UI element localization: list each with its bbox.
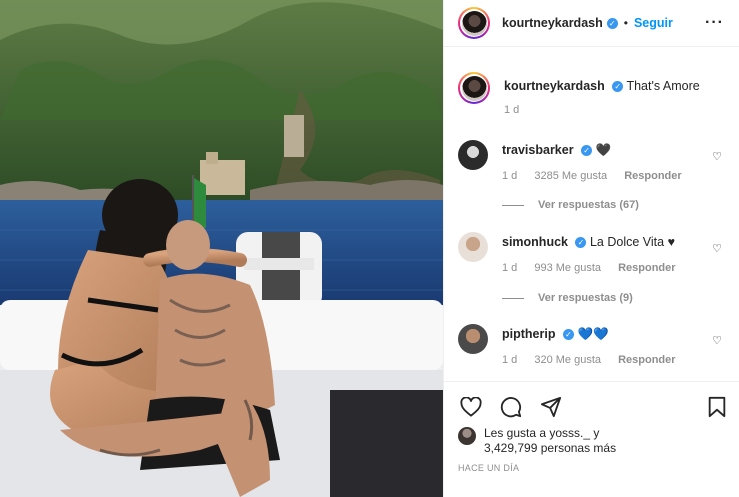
verified-badge-icon: ✓ xyxy=(581,145,593,156)
view-replies-button[interactable]: Ver respuestas (67) xyxy=(502,199,639,211)
reply-button[interactable]: Responder xyxy=(624,170,681,182)
separator-dot: • xyxy=(623,16,628,30)
commenter-avatar[interactable] xyxy=(458,140,488,170)
like-comment-heart-icon[interactable]: ♡ xyxy=(712,242,722,255)
caption-username[interactable]: kourtneykardash xyxy=(504,79,605,93)
caption-text: That's Amore xyxy=(626,79,700,93)
comment-time[interactable]: 1 d xyxy=(502,262,517,274)
comment-likes[interactable]: 3285 Me gusta xyxy=(534,170,607,182)
comment-time[interactable]: 1 d xyxy=(502,354,517,366)
commenter-avatar[interactable] xyxy=(458,324,488,354)
comment-username[interactable]: piptherip xyxy=(502,327,555,341)
replies-divider-line xyxy=(502,204,524,206)
comment-item: travisbarker ✓ 🖤 1 d 3285 Me gusta Respo… xyxy=(458,140,726,182)
view-replies-label[interactable]: Ver respuestas (67) xyxy=(538,199,639,211)
comment-likes[interactable]: 320 Me gusta xyxy=(534,354,601,366)
comment-likes[interactable]: 993 Me gusta xyxy=(534,262,601,274)
reply-button[interactable]: Responder xyxy=(618,354,675,366)
verified-badge-icon: ✓ xyxy=(562,329,574,340)
view-replies-label[interactable]: Ver respuestas (9) xyxy=(538,292,633,304)
comment-text: La Dolce Vita ♥ xyxy=(589,235,675,249)
reply-button[interactable]: Responder xyxy=(618,262,675,274)
comment-text: 💙💙 xyxy=(577,327,609,341)
bookmark-icon[interactable] xyxy=(704,394,730,420)
post-header: kourtneykardash ✓ • Seguir ··· xyxy=(444,0,739,47)
comment-username[interactable]: travisbarker xyxy=(502,143,574,157)
post-timestamp[interactable]: HACE UN DÍA xyxy=(458,463,519,473)
caption-time[interactable]: 1 d xyxy=(504,104,519,116)
likes-line-2: 3,429,799 personas más xyxy=(484,441,617,455)
author-avatar[interactable] xyxy=(458,7,490,39)
commenter-avatar[interactable] xyxy=(458,232,488,262)
view-replies-button[interactable]: Ver respuestas (9) xyxy=(502,292,633,304)
post-actions-bar: Les gusta a yosss._ y 3,429,799 personas… xyxy=(444,381,739,497)
post-photo[interactable] xyxy=(0,0,443,497)
share-icon[interactable] xyxy=(538,394,564,420)
photo-illustration xyxy=(0,0,443,497)
caption-avatar[interactable] xyxy=(458,72,490,104)
action-icons xyxy=(458,394,564,420)
post-caption: kourtneykardash ✓ That's Amore 1 d xyxy=(458,72,726,116)
likes-summary[interactable]: Les gusta a yosss._ y 3,429,799 personas… xyxy=(458,426,616,456)
comment-item: simonhuck ✓ La Dolce Vita ♥ 1 d 993 Me g… xyxy=(458,232,726,274)
replies-divider-line xyxy=(502,297,524,299)
follow-button[interactable]: Seguir xyxy=(634,16,673,30)
like-comment-heart-icon[interactable]: ♡ xyxy=(712,334,722,347)
more-options-icon[interactable]: ··· xyxy=(705,14,724,32)
comment-icon[interactable] xyxy=(498,394,524,420)
verified-badge-icon: ✓ xyxy=(612,81,624,92)
likes-line-1: Les gusta a yosss._ y xyxy=(484,426,600,440)
author-username[interactable]: kourtneykardash xyxy=(502,16,603,30)
verified-badge-icon: ✓ xyxy=(606,17,618,29)
comment-username[interactable]: simonhuck xyxy=(502,235,568,249)
liker-avatar[interactable] xyxy=(458,427,476,445)
like-comment-heart-icon[interactable]: ♡ xyxy=(712,150,722,163)
verified-badge-icon: ✓ xyxy=(575,237,587,248)
comment-item: piptherip ✓ 💙💙 1 d 320 Me gusta Responde… xyxy=(458,324,726,366)
post-side-panel: kourtneykardash ✓ • Seguir ··· kourtneyk… xyxy=(443,0,739,497)
comment-time[interactable]: 1 d xyxy=(502,170,517,182)
heart-icon[interactable] xyxy=(458,394,484,420)
comment-text: 🖤 xyxy=(595,143,612,157)
